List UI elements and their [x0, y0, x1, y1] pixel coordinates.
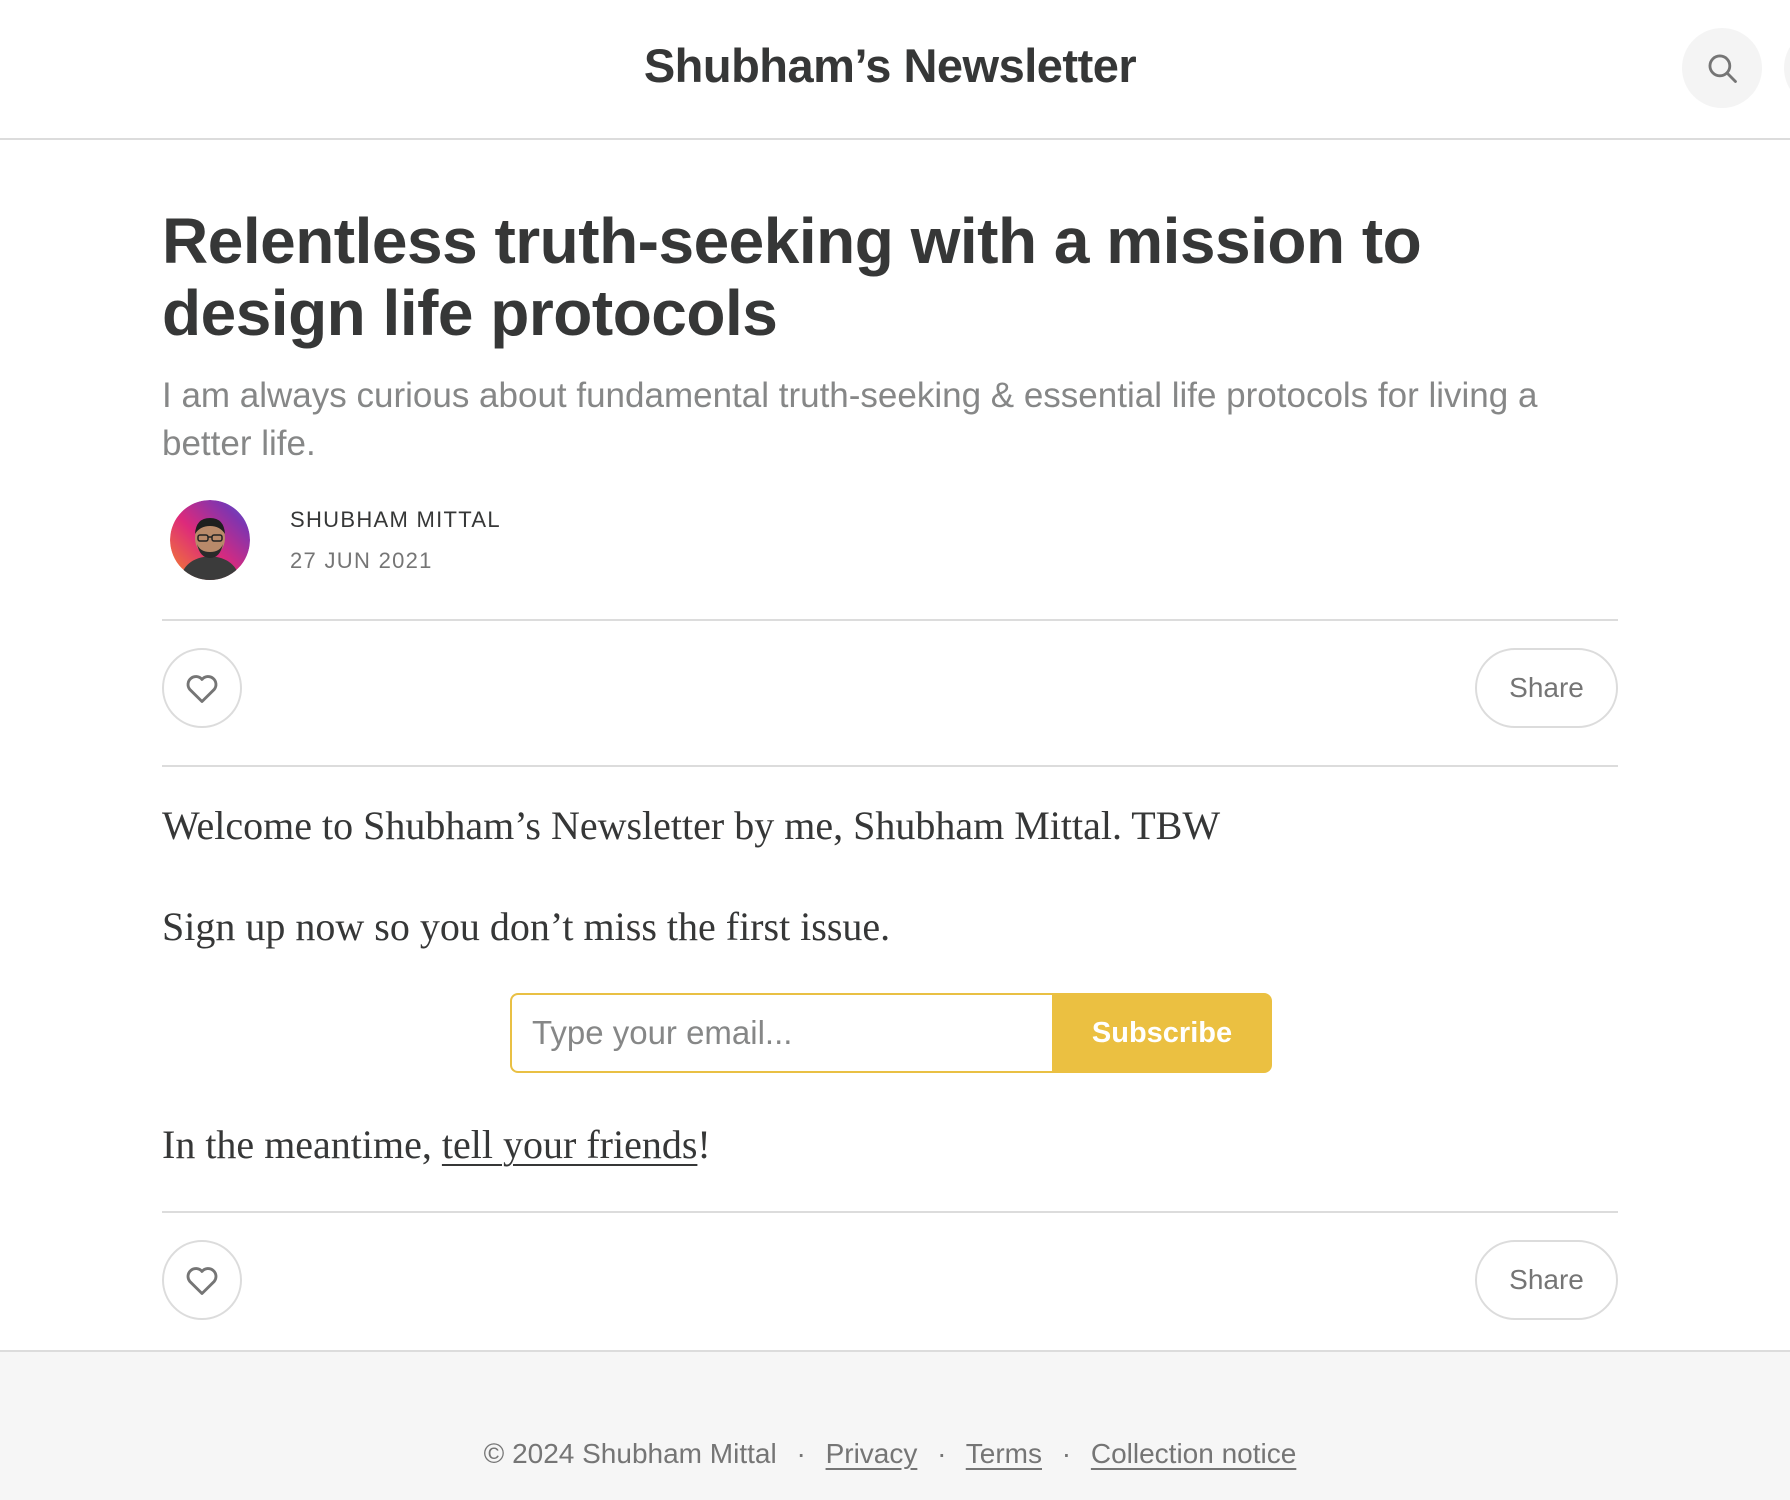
footer-separator: ·: [796, 1438, 806, 1469]
like-button[interactable]: [162, 648, 242, 728]
footer: © 2024 Shubham Mittal · Privacy · Terms …: [0, 1350, 1790, 1500]
footer-separator: ·: [937, 1438, 947, 1469]
privacy-link[interactable]: Privacy: [826, 1438, 918, 1469]
share-button-bottom[interactable]: Share: [1475, 1240, 1618, 1320]
terms-link[interactable]: Terms: [966, 1438, 1042, 1469]
footer-copyright: © 2024 Shubham Mittal: [483, 1438, 777, 1469]
meantime-prefix: In the meantime,: [162, 1122, 442, 1167]
heart-icon: [186, 1267, 218, 1295]
signup-text: Sign up now so you don’t miss the first …: [162, 904, 891, 949]
author-avatar[interactable]: [170, 500, 250, 580]
post-subtitle: I am always curious about fundamental tr…: [162, 376, 1538, 463]
post-date: 27 JUN 2021: [290, 548, 433, 573]
author-name[interactable]: SHUBHAM MITTAL: [290, 507, 501, 533]
meantime-suffix: !: [697, 1122, 711, 1167]
welcome-text: Welcome to Shubham’s Newsletter by me, S…: [162, 803, 1221, 848]
subscribe-button[interactable]: Subscribe: [1052, 993, 1272, 1073]
account-button[interactable]: [1784, 28, 1790, 108]
footer-links: © 2024 Shubham Mittal · Privacy · Terms …: [0, 1438, 1780, 1470]
top-navbar: Shubham’s Newsletter: [0, 0, 1790, 140]
search-button[interactable]: [1682, 28, 1762, 108]
divider: [162, 765, 1618, 767]
footer-separator: ·: [1061, 1438, 1072, 1469]
share-button[interactable]: Share: [1475, 648, 1618, 728]
divider: [162, 1211, 1618, 1213]
tell-friends-link[interactable]: tell your friends: [442, 1122, 698, 1167]
site-title[interactable]: Shubham’s Newsletter: [0, 38, 1780, 93]
divider: [162, 619, 1618, 621]
collection-notice-link[interactable]: Collection notice: [1091, 1438, 1296, 1469]
meantime-text: In the meantime, tell your friends!: [162, 1120, 1618, 1170]
subscribe-form: Subscribe: [510, 993, 1272, 1073]
search-icon: [1708, 54, 1737, 83]
like-button-bottom[interactable]: [162, 1240, 242, 1320]
heart-icon: [186, 675, 218, 703]
email-input[interactable]: [510, 993, 1052, 1073]
post-title: Relentless truth-seeking with a mission …: [162, 205, 1422, 349]
